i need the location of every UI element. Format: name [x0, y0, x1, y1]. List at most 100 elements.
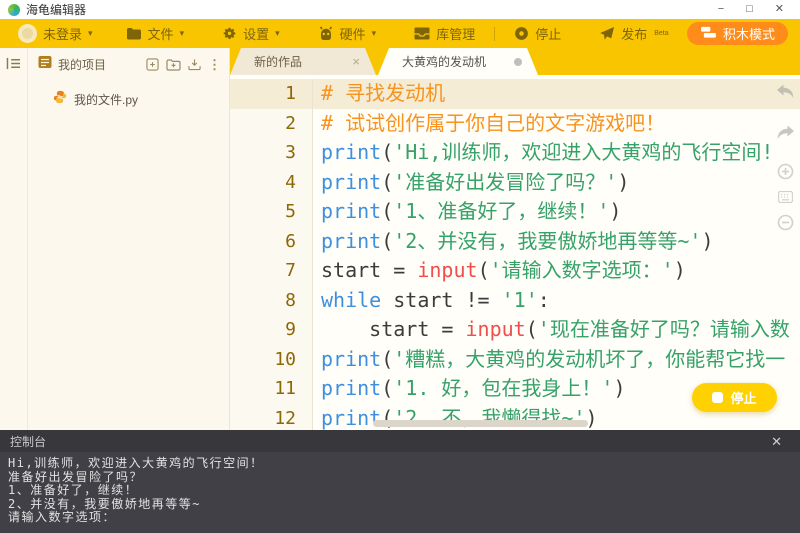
menu-settings[interactable]: 设置 ▾ [203, 19, 299, 48]
tab-new-work[interactable]: 新的作品 × [230, 48, 376, 75]
chevron-down-icon: ▾ [275, 28, 280, 39]
minimize-button[interactable]: − [718, 4, 724, 15]
code-text: print('Hi,训练师，欢迎进入大黄鸡的飞行空间! [312, 138, 800, 168]
robot-icon [318, 26, 334, 41]
block-mode-button[interactable]: 积木模式 [687, 22, 788, 45]
stop-run-button[interactable]: 停止 [692, 383, 777, 412]
line-number: 4 [230, 168, 312, 198]
gear-icon [222, 26, 237, 41]
line-number: 6 [230, 227, 312, 257]
new-file-button[interactable] [146, 58, 159, 71]
code-line[interactable]: 10print('糟糕，大黄鸡的发动机坏了，你能帮它找一 [230, 345, 800, 375]
tab-close-icon[interactable]: × [352, 55, 360, 68]
app-logo-icon [8, 4, 20, 16]
console-line: 2、并没有，我要傲娇地再等等~ [8, 498, 792, 512]
collapse-sidebar-icon[interactable] [6, 57, 21, 75]
main-area: 我的项目 ⋮ 我的文件.py 新的作品 × [0, 48, 800, 430]
code-text: print('1、准备好了，继续！') [312, 197, 800, 227]
code-line[interactable]: 6print('2、并没有，我要傲娇地再等等~') [230, 227, 800, 257]
line-number: 1 [230, 79, 312, 109]
menu-hardware[interactable]: 硬件 ▾ [299, 19, 396, 48]
new-folder-button[interactable] [166, 58, 181, 71]
horizontal-scrollbar[interactable] [373, 420, 588, 427]
close-button[interactable]: ✕ [775, 4, 784, 15]
line-number: 10 [230, 345, 312, 375]
menu-publish[interactable]: 发布 Beta [580, 19, 687, 48]
project-panel-header: 我的项目 ⋮ [28, 48, 229, 80]
unsaved-dot-icon [514, 58, 522, 66]
code-line[interactable]: 3print('Hi,训练师，欢迎进入大黄鸡的飞行空间! [230, 138, 800, 168]
stop-record-icon [514, 26, 529, 41]
app-title: 海龟编辑器 [26, 1, 86, 18]
keyboard-icon[interactable] [778, 190, 793, 208]
stop-run-label: 停止 [730, 388, 756, 407]
sidebar-item-file[interactable]: 我的文件.py [28, 86, 229, 112]
sidebar: 我的项目 ⋮ 我的文件.py [0, 48, 230, 430]
menu-file-label: 文件 [148, 24, 174, 43]
tab-label: 大黄鸡的发动机 [402, 53, 486, 70]
tab-bar: 新的作品 × 大黄鸡的发动机 [230, 48, 800, 75]
line-number: 9 [230, 315, 312, 345]
beta-badge: Beta [654, 30, 668, 37]
code-text: print('准备好出发冒险了吗？') [312, 168, 800, 198]
console-output[interactable]: Hi,训练师，欢迎进入大黄鸡的飞行空间！准备好出发冒险了吗？1、准备好了，继续！… [0, 452, 800, 533]
code-line[interactable]: 1# 寻找发动机 [230, 79, 800, 109]
chevron-down-icon: ▾ [372, 28, 377, 39]
project-actions: ⋮ [146, 58, 221, 71]
console-line: 1、准备好了，继续！ [8, 484, 792, 498]
python-file-icon [53, 90, 67, 109]
console-title: 控制台 [10, 433, 46, 450]
menu-stop-label: 停止 [535, 24, 561, 43]
code-line[interactable]: 9 start = input('现在准备好了吗？请输入数 [230, 315, 800, 345]
code-line[interactable]: 2# 试试创作属于你自己的文字游戏吧！ [230, 109, 800, 139]
console-line: 准备好出发冒险了吗？ [8, 471, 792, 485]
menu-settings-label: 设置 [243, 24, 269, 43]
account-menu[interactable]: 未登录 ▾ [14, 19, 107, 48]
block-mode-label: 积木模式 [723, 24, 775, 43]
menu-library-label: 库管理 [436, 24, 475, 43]
project-panel: 我的项目 ⋮ 我的文件.py [28, 48, 229, 430]
console-header: 控制台 ✕ [0, 430, 800, 452]
project-panel-title: 我的项目 [58, 56, 106, 73]
code-line[interactable]: 7start = input('请输入数字选项：') [230, 256, 800, 286]
stop-square-icon [712, 392, 723, 403]
code-text: # 试试创作属于你自己的文字游戏吧！ [312, 109, 800, 139]
menu-library[interactable]: 库管理 [395, 19, 494, 48]
code-editor[interactable]: 1# 寻找发动机2# 试试创作属于你自己的文字游戏吧！3print('Hi,训练… [230, 75, 800, 430]
console-line: 请输入数字选项： [8, 511, 792, 525]
console-panel: 控制台 ✕ Hi,训练师，欢迎进入大黄鸡的飞行空间！准备好出发冒险了吗？1、准备… [0, 430, 800, 533]
redo-icon[interactable] [776, 125, 795, 145]
title-bar: 海龟编辑器 − □ ✕ [0, 0, 800, 19]
file-name: 我的文件.py [74, 91, 138, 108]
chevron-down-icon: ▾ [88, 28, 93, 39]
line-number: 7 [230, 256, 312, 286]
console-close-icon[interactable]: ✕ [771, 435, 782, 448]
code-text: start = input('请输入数字选项：') [312, 256, 800, 286]
import-button[interactable] [188, 58, 201, 71]
menu-file[interactable]: 文件 ▾ [107, 19, 204, 48]
zoom-out-icon[interactable] [777, 214, 794, 236]
zoom-in-icon[interactable] [777, 163, 794, 185]
line-number: 2 [230, 109, 312, 139]
menu-stop[interactable]: 停止 [495, 19, 580, 48]
code-text: # 寻找发动机 [312, 79, 800, 109]
menu-bar: 未登录 ▾ 文件 ▾ 设置 ▾ 硬件 ▾ 库管理 停止 发布Bet [0, 19, 800, 48]
code-line[interactable]: 8while start != '1': [230, 286, 800, 316]
code-line[interactable]: 4print('准备好出发冒险了吗？') [230, 168, 800, 198]
blocks-icon [700, 26, 717, 42]
folder-icon [126, 27, 142, 40]
code-text: print('糟糕，大黄鸡的发动机坏了，你能帮它找一 [312, 345, 800, 375]
line-number: 3 [230, 138, 312, 168]
tab-engine[interactable]: 大黄鸡的发动机 [378, 48, 538, 75]
sidebar-strip [0, 48, 28, 430]
code-line[interactable]: 5print('1、准备好了，继续！') [230, 197, 800, 227]
more-options-button[interactable]: ⋮ [208, 58, 221, 71]
menu-publish-label: 发布 [621, 24, 647, 43]
code-text: print('2、并没有，我要傲娇地再等等~') [312, 227, 800, 257]
line-number: 8 [230, 286, 312, 316]
maximize-button[interactable]: □ [746, 4, 753, 15]
undo-icon[interactable] [776, 84, 795, 104]
code-text: while start != '1': [312, 286, 800, 316]
app-window: 海龟编辑器 − □ ✕ 未登录 ▾ 文件 ▾ 设置 ▾ 硬件 ▾ [0, 0, 800, 533]
chevron-down-icon: ▾ [180, 28, 185, 39]
